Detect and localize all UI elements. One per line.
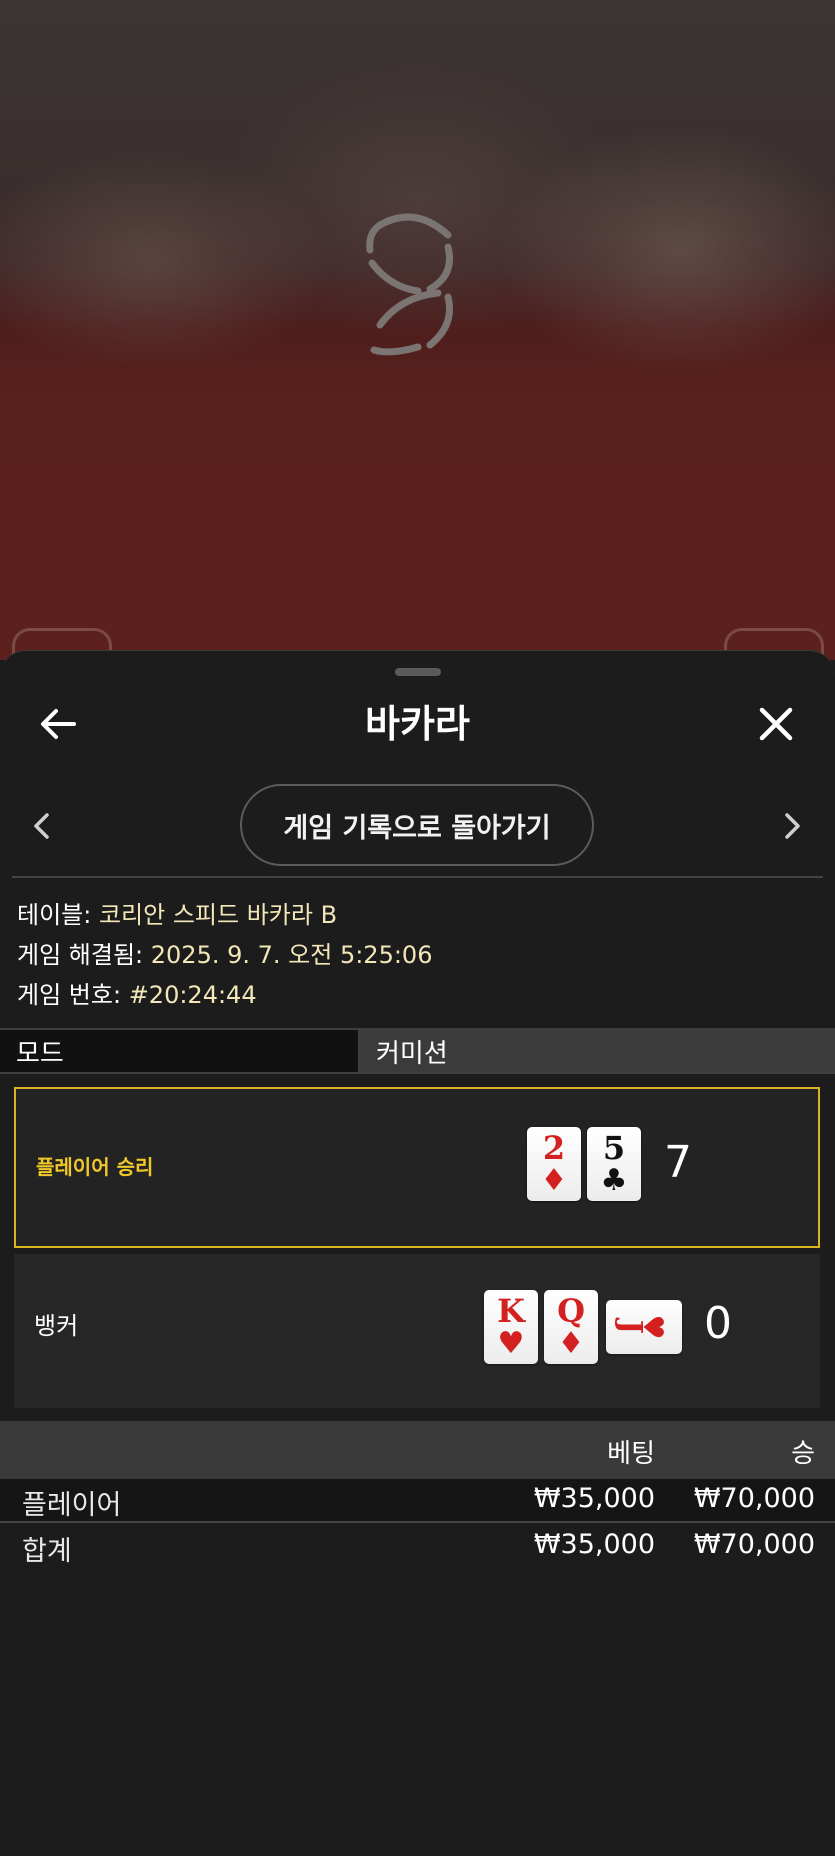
next-game-button[interactable] xyxy=(772,804,812,848)
game-details-sheet: 바카라 게임 기록으로 돌아가기 테이블: 코리안 스피드 바카라 B 게임 해… xyxy=(0,650,835,1856)
live-video-background xyxy=(0,0,835,668)
divider xyxy=(12,876,823,878)
total-row: 합계 ₩35,000 ₩70,000 xyxy=(0,1525,835,1569)
card-suit-icon: ♥ xyxy=(636,1314,670,1340)
game-number-value: #20:24:44 xyxy=(128,981,257,1009)
player-score: 7 xyxy=(664,1137,692,1188)
chevron-left-icon xyxy=(34,813,49,839)
player-result: 플레이어 승리 2 ♦ 5 ♣ 7 xyxy=(14,1087,820,1248)
bet-row-win: ₩70,000 xyxy=(693,1483,815,1514)
card-rank: 5 xyxy=(602,1129,626,1167)
game-number-info: 게임 번호: #20:24:44 xyxy=(17,975,817,1015)
brand-logo xyxy=(366,213,453,356)
card-rank: 2 xyxy=(542,1129,566,1167)
playing-card: 2 ♦ xyxy=(527,1127,581,1201)
sheet-grab-handle[interactable] xyxy=(395,668,441,676)
close-button[interactable] xyxy=(748,696,804,752)
previous-game-button[interactable] xyxy=(22,804,62,848)
playing-card: Q ♦ xyxy=(544,1290,598,1364)
close-icon xyxy=(759,707,793,741)
card-suit-icon: ♦ xyxy=(557,1326,585,1361)
banker-score: 0 xyxy=(704,1298,732,1349)
table-row: 플레이어 ₩35,000 ₩70,000 xyxy=(0,1479,835,1523)
bet-row-label: 플레이어 xyxy=(22,1490,122,1521)
card-suit-icon: ♣ xyxy=(600,1163,628,1198)
total-win-amount: ₩70,000 xyxy=(693,1529,815,1560)
table-label: 테이블: xyxy=(17,901,92,929)
playing-card: 5 ♣ xyxy=(587,1127,641,1201)
chevron-right-icon xyxy=(785,813,800,839)
tab-commission[interactable]: 커미션 xyxy=(360,1030,835,1072)
card-suit-icon: ♦ xyxy=(540,1163,568,1198)
player-result-label: 플레이어 승리 xyxy=(36,1155,154,1179)
win-column-header: 승 xyxy=(791,1439,815,1469)
banker-result-label: 뱅커 xyxy=(34,1312,79,1340)
banker-result: 뱅커 K ♥ Q ♦ J ♥ 0 xyxy=(14,1254,820,1408)
page-title: 바카라 xyxy=(365,702,470,746)
resolved-label: 게임 해결됨: xyxy=(17,941,144,969)
table-info: 테이블: 코리안 스피드 바카라 B xyxy=(17,895,817,935)
back-to-history-button[interactable]: 게임 기록으로 돌아가기 xyxy=(240,784,594,866)
game-number-label: 게임 번호: xyxy=(17,981,122,1009)
bet-row-amount: ₩35,000 xyxy=(533,1483,655,1514)
game-navigation: 게임 기록으로 돌아가기 xyxy=(0,784,835,866)
card-rank: Q xyxy=(557,1292,585,1330)
resolved-info: 게임 해결됨: 2025. 9. 7. 오전 5:25:06 xyxy=(17,935,817,975)
card-rank: K xyxy=(497,1292,525,1330)
total-label: 합계 xyxy=(22,1536,72,1567)
tab-mode[interactable]: 모드 xyxy=(0,1030,360,1072)
card-suit-icon: ♥ xyxy=(497,1326,525,1361)
resolved-value: 2025. 9. 7. 오전 5:25:06 xyxy=(150,941,433,969)
game-info: 테이블: 코리안 스피드 바카라 B 게임 해결됨: 2025. 9. 7. 오… xyxy=(17,895,817,1015)
table-value: 코리안 스피드 바카라 B xyxy=(98,901,338,929)
bet-column-header: 베팅 xyxy=(607,1439,655,1469)
playing-card: J ♥ xyxy=(606,1300,682,1354)
bets-table-header: 베팅 승 xyxy=(0,1421,835,1479)
playing-card: K ♥ xyxy=(484,1290,538,1364)
total-bet-amount: ₩35,000 xyxy=(533,1529,655,1560)
mode-tabs: 모드 커미션 xyxy=(0,1028,835,1074)
